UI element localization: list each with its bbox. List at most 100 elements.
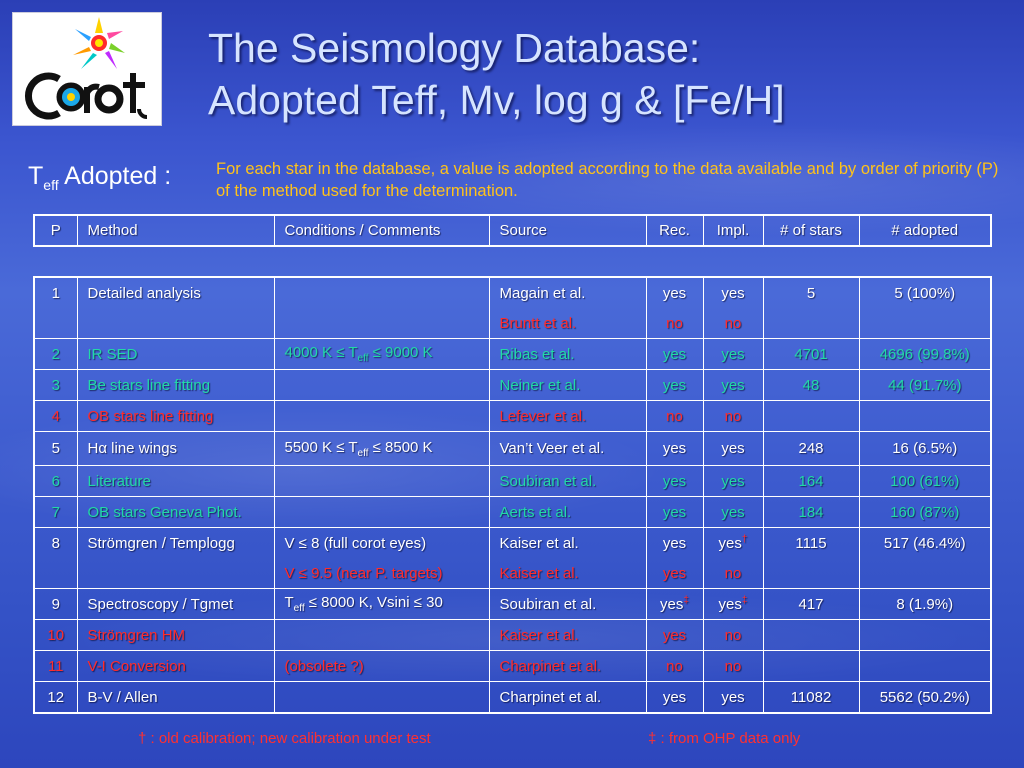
cell-impl: yes	[702, 276, 764, 308]
cell-p: 2	[33, 338, 78, 370]
cell-conditions	[273, 496, 490, 528]
cell-nadopted	[858, 650, 992, 682]
cell-nstars: 417	[762, 588, 860, 620]
cell-method: IR SED	[76, 338, 275, 370]
footnote-double-dagger: ‡ : from OHP data only	[648, 730, 801, 747]
intro-text: For each star in the database, a value i…	[216, 160, 999, 200]
cell-nadopted: 5562 (50.2%)	[858, 681, 992, 714]
table-row: 9 Spectroscopy / Tgmet Teff ≤ 8000 K, Vs…	[33, 588, 992, 620]
cell-method: B-V / Allen	[76, 681, 275, 714]
cell-impl: yes‡	[702, 588, 764, 620]
cell-source: Soubiran et al.	[488, 465, 647, 497]
header-rec: Rec.	[645, 214, 704, 247]
table-row: 8 Strömgren / Templogg V ≤ 8 (full corot…	[33, 527, 992, 589]
cell-conditions	[273, 465, 490, 497]
cell-nadopted: 16 (6.5%)	[858, 431, 992, 466]
header-nstars: # of stars	[762, 214, 860, 247]
cell-method: Strömgren / Templogg	[76, 527, 275, 589]
sun-icon	[73, 17, 125, 69]
cell-method: Detailed analysis	[76, 276, 275, 339]
cell-rec: yes	[645, 465, 704, 497]
cell-impl: no	[702, 650, 764, 682]
cell-conditions: 5500 K ≤ Teff ≤ 8500 K	[273, 431, 490, 466]
cell-conditions: V ≤ 8 (full corot eyes)	[273, 527, 490, 558]
data-table: 1 Detailed analysis Magain et al. yes ye…	[33, 276, 992, 714]
cell-nstars	[762, 619, 860, 651]
teff-label-rest: Adopted :	[58, 162, 172, 190]
cell-source: Charpinet et al.	[488, 650, 647, 682]
cell-nstars: 48	[762, 369, 860, 401]
cell-conditions	[273, 681, 490, 714]
cell-nstars: 248	[762, 431, 860, 466]
page-title: The Seismology Database: Adopted Teff, M…	[208, 22, 785, 126]
cell-source: Kaiser et al.	[488, 558, 647, 589]
cell-method: Spectroscopy / Tgmet	[76, 588, 275, 620]
cell-impl: no	[702, 619, 764, 651]
cell-method: Strömgren HM	[76, 619, 275, 651]
corot-logo	[12, 12, 162, 126]
cell-source: Aerts et al.	[488, 496, 647, 528]
cell-rec: yes	[645, 431, 704, 466]
header-p: P	[33, 214, 78, 247]
page-title-line1: The Seismology Database:	[208, 25, 701, 71]
table-row: 2 IR SED 4000 K ≤ Teff ≤ 9000 K Ribas et…	[33, 338, 992, 370]
cell-nadopted: 5 (100%)	[858, 276, 992, 339]
cell-p: 12	[33, 681, 78, 714]
teff-label-sub: eff	[43, 177, 59, 193]
cell-conditions	[273, 369, 490, 401]
cell-p: 10	[33, 619, 78, 651]
cell-rec: yes	[645, 496, 704, 528]
cell-rec: yes‡	[645, 588, 704, 620]
cell-rec: yes	[645, 558, 704, 589]
table-row: 7 OB stars Geneva Phot. Aerts et al. yes…	[33, 496, 992, 528]
cell-source: Magain et al.	[488, 276, 647, 308]
cell-conditions	[273, 400, 490, 432]
cell-p: 4	[33, 400, 78, 432]
cell-method: V-I Conversion	[76, 650, 275, 682]
cell-method: OB stars line fitting	[76, 400, 275, 432]
cell-nstars	[762, 650, 860, 682]
cell-conditions: (obsolete ?)	[273, 650, 490, 682]
table-row: 3 Be stars line fitting Neiner et al. ye…	[33, 369, 992, 401]
cell-nadopted: 100 (61%)	[858, 465, 992, 497]
cell-source: Soubiran et al.	[488, 588, 647, 620]
cell-p: 11	[33, 650, 78, 682]
header-table: P Method Conditions / Comments Source Re…	[33, 214, 992, 247]
cell-impl: yes	[702, 369, 764, 401]
table-row: 5 Hα line wings 5500 K ≤ Teff ≤ 8500 K V…	[33, 431, 992, 466]
cell-conditions: Teff ≤ 8000 K, Vsini ≤ 30	[273, 588, 490, 620]
cell-source: Bruntt et al.	[488, 308, 647, 339]
cell-rec: no	[645, 308, 704, 339]
cell-impl: no	[702, 400, 764, 432]
table-row: 10 Strömgren HM Kaiser et al. yes no	[33, 619, 992, 651]
cell-source: Neiner et al.	[488, 369, 647, 401]
table-row: 4 OB stars line fitting Lefever et al. n…	[33, 400, 992, 432]
table-row: 11 V-I Conversion (obsolete ?) Charpinet…	[33, 650, 992, 682]
cell-rec: yes	[645, 369, 704, 401]
cell-nstars: 4701	[762, 338, 860, 370]
cell-conditions	[273, 619, 490, 651]
cell-nstars: 1115	[762, 527, 860, 589]
cell-p: 7	[33, 496, 78, 528]
cell-rec: yes	[645, 338, 704, 370]
header-row: P Method Conditions / Comments Source Re…	[33, 214, 992, 247]
cell-rec: yes	[645, 527, 704, 558]
cell-nadopted: 160 (87%)	[858, 496, 992, 528]
teff-adopted-label: Teff Adopted :	[28, 162, 171, 193]
cell-impl: no	[702, 558, 764, 589]
table-row: 12 B-V / Allen Charpinet et al. yes yes …	[33, 681, 992, 714]
cell-rec: yes	[645, 276, 704, 308]
cell-impl: yes	[702, 496, 764, 528]
header-impl: Impl.	[702, 214, 764, 247]
cell-conditions: V ≤ 9.5 (near P. targets)	[273, 558, 490, 589]
cell-conditions	[273, 276, 490, 339]
cell-method: Hα line wings	[76, 431, 275, 466]
page-title-line2: Adopted Teff, Mv, log g & [Fe/H]	[208, 77, 785, 123]
cell-rec: no	[645, 650, 704, 682]
cell-method: Be stars line fitting	[76, 369, 275, 401]
footnote-dagger: † : old calibration; new calibration und…	[138, 730, 431, 747]
cell-impl: yes	[702, 465, 764, 497]
cell-impl: yes†	[702, 527, 764, 558]
teff-label-main: T	[28, 162, 44, 190]
header-conditions: Conditions / Comments	[273, 214, 490, 247]
